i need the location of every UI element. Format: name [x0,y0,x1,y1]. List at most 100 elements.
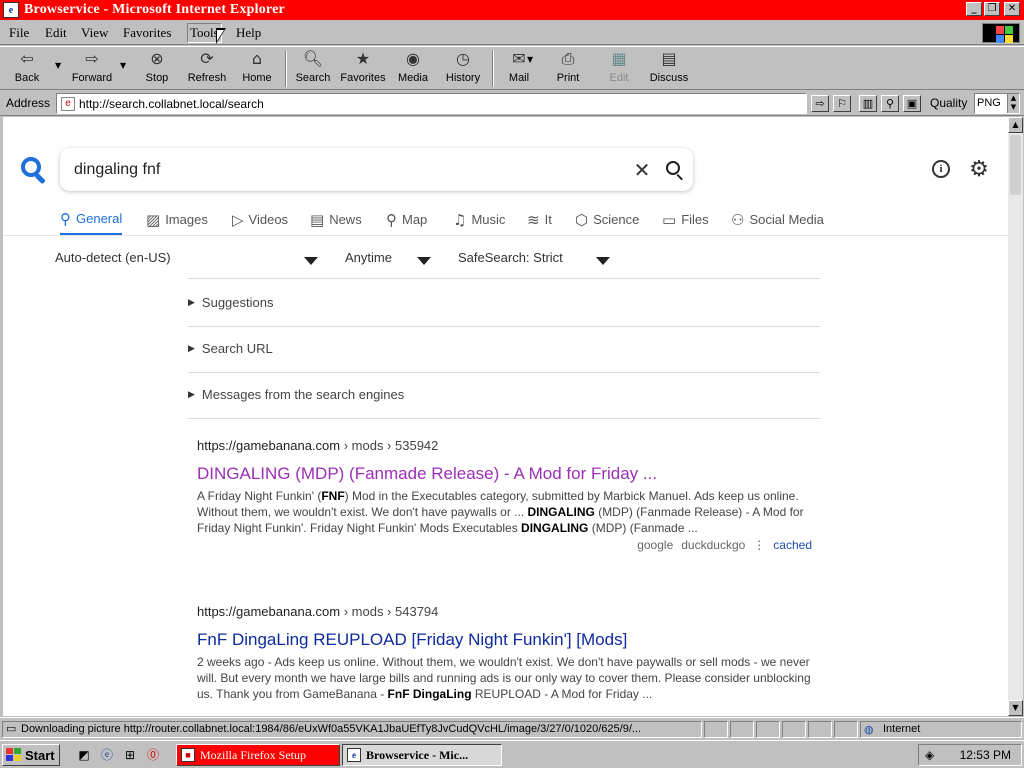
engine-messages-toggle[interactable]: ▶ Messages from the search engines [188,387,404,402]
search-logo-icon[interactable] [21,157,47,185]
clipboard-icon[interactable]: ▣ [903,95,921,112]
history-button[interactable]: ◷ History [444,49,482,89]
safesearch-filter[interactable]: SafeSearch: Strict [458,250,563,265]
favorites-button[interactable]: ★ Favorites [340,49,386,89]
network-icon[interactable]: ⊞ [121,747,139,763]
document-icon: ▭ [6,723,17,735]
search-url-toggle[interactable]: ▶ Search URL [188,341,273,356]
settings-gear-icon[interactable]: ⚙ [968,157,990,182]
tab-map[interactable]: ⚲ Map [386,204,427,235]
ie-quicklaunch-icon[interactable]: ⓔ [98,747,116,763]
people-icon: ⚇ [731,210,745,229]
files-icon: ▭ [662,210,677,229]
stop-button[interactable]: ⊗ Stop [140,49,174,89]
result-title-link[interactable]: DINGALING (MDP) (Fanmade Release) - A Mo… [197,464,812,484]
suggestions-toggle[interactable]: ▶ Suggestions [188,295,273,310]
scroll-down-icon[interactable]: ▼ [1008,700,1023,716]
ie-page-icon[interactable]: e [3,2,19,18]
forward-button[interactable]: ⇨ Forward [70,49,114,89]
address-field[interactable]: e http://search.collabnet.local/search [56,93,807,114]
status-panel [756,721,780,738]
mail-dropdown-icon[interactable]: ▼ [527,55,533,64]
tab-general[interactable]: ⚲ General [60,204,123,235]
scroll-thumb[interactable] [1010,135,1021,195]
print-button[interactable]: ⎙ Print [553,49,583,89]
address-url[interactable]: http://search.collabnet.local/search [79,97,264,111]
highlighted-term: DINGALING [527,505,595,519]
quality-select[interactable]: PNG ▲ ▼ [974,93,1020,114]
search-submit-icon[interactable] [657,152,693,188]
search-icon: ⚲ [60,209,71,228]
clock[interactable]: 12:53 PM [960,748,1011,762]
refresh-button[interactable]: ⟳ Refresh [186,49,228,89]
more-options-icon[interactable]: ⋮ [753,538,765,552]
tab-videos[interactable]: ▷ Videos [232,204,288,235]
cube-icon: ⬡ [575,210,589,229]
tab-social-media[interactable]: ⚇ Social Media [731,204,824,235]
tab-science[interactable]: ⬡ Science [575,204,639,235]
time-filter[interactable]: Anytime [345,250,392,265]
search-button[interactable]: 🔍︎ Search [294,49,332,89]
tab-news[interactable]: ▤ News [310,204,362,235]
menu-help[interactable]: Help [236,25,261,41]
browser-viewport[interactable]: dingaling fnf ✕ i ⚙ ⚲ General ▨ Images ▷ Vi… [3,117,1008,716]
safesearch-dropdown-icon[interactable] [596,257,610,265]
menu-favorites[interactable]: Favorites [123,25,171,41]
minimize-button[interactable]: _ [966,2,982,16]
home-button[interactable]: ⌂ Home [240,49,274,89]
go-arrow-icon[interactable]: ⇨ [811,95,829,112]
media-button[interactable]: ◉ Media [396,49,430,89]
show-desktop-icon[interactable]: ◩ [75,747,93,763]
title-bar[interactable]: e Browservice - Microsoft Internet Explo… [0,0,1024,20]
language-filter[interactable]: Auto-detect (en-US) [55,250,171,265]
status-panel [704,721,728,738]
result-url[interactable]: https://gamebanana.com › mods › 543794 [197,604,812,622]
result-url[interactable]: https://gamebanana.com › mods › 535942 [197,438,812,456]
expand-triangle-icon: ▶ [188,343,195,354]
tab-files[interactable]: ▭ Files [662,204,709,235]
quality-label: Quality [930,96,968,110]
description-text: (MDP) (Fanmade ... [588,521,698,535]
menu-edit[interactable]: Edit [45,25,67,41]
start-button[interactable]: Start [2,744,60,766]
task-browservice[interactable]: e Browservice - Mic... [342,744,502,766]
quality-spinner-icon[interactable]: ▲ ▼ [1007,94,1019,113]
print-icon: ⎙ [561,49,575,68]
refresh-icon: ⟳ [200,49,214,68]
language-dropdown-icon[interactable] [304,257,318,265]
result-title-link[interactable]: FnF DingaLing REUPLOAD [Friday Night Fun… [197,630,812,650]
back-dropdown-icon[interactable]: ▼ [55,61,61,70]
cached-link[interactable]: cached [773,538,812,552]
menu-view[interactable]: View [81,25,108,41]
bookmark-icon[interactable]: ⚐ [833,95,851,112]
tab-music[interactable]: ♫ Music [453,204,505,235]
tab-it[interactable]: ≋ It [527,204,552,235]
status-panel [730,721,754,738]
menu-file[interactable]: File [9,25,29,41]
back-button[interactable]: ⇦ Back [10,49,44,89]
close-button[interactable]: ✕ [1004,2,1020,16]
forward-arrow-icon: ⇨ [85,49,99,68]
task-firefox-setup[interactable]: ■ Mozilla Firefox Setup [176,744,340,766]
search-input[interactable]: dingaling fnf [74,161,627,179]
restore-button[interactable]: ❐ [984,2,1000,16]
expand-triangle-icon: ▶ [188,389,195,400]
address-label: Address [6,96,51,110]
tab-images[interactable]: ▨ Images [146,204,208,235]
scheduler-icon[interactable]: ◈ [925,748,934,762]
discuss-button[interactable]: ▤ Discuss [648,49,690,89]
opera-icon[interactable]: ⓪ [144,747,162,763]
page-info-icon[interactable]: ▥ [859,95,877,112]
globe-icon: ◍ [864,723,874,736]
toolbar-separator [285,51,287,87]
scroll-up-icon[interactable]: ▲ [1008,117,1023,133]
window-title: Browservice - Microsoft Internet Explore… [24,2,285,17]
clear-icon[interactable]: ✕ [627,158,657,182]
forward-dropdown-icon[interactable]: ▼ [120,61,126,70]
vertical-scrollbar[interactable]: ▲ ▼ [1008,117,1023,716]
engine-duckduckgo: duckduckgo [681,538,746,552]
info-icon[interactable]: i [930,158,952,180]
find-icon[interactable]: ⚲ [881,95,899,112]
time-dropdown-icon[interactable] [417,257,431,265]
search-box[interactable]: dingaling fnf ✕ [60,148,693,191]
